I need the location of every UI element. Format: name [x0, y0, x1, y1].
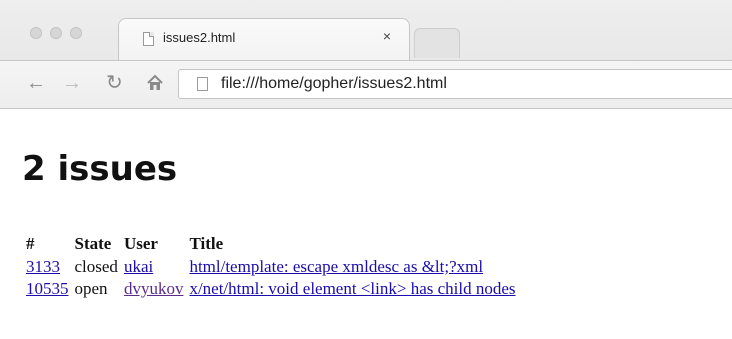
reload-icon[interactable]: ↻ [106, 72, 123, 94]
issue-title-link[interactable]: x/net/html: void element <link> has chil… [189, 279, 515, 298]
issue-state: closed [74, 257, 118, 276]
close-window-button[interactable] [30, 27, 42, 39]
new-tab-button[interactable] [414, 28, 460, 58]
back-arrow-icon[interactable]: ← [26, 72, 46, 94]
address-bar[interactable]: file:///home/gopher/issues2.html [178, 69, 732, 99]
issues-table: # State User Title 3133 closed ukai html… [26, 233, 522, 300]
issue-number-link[interactable]: 3133 [26, 257, 60, 276]
column-header-number: # [26, 234, 35, 253]
table-header-row: # State User Title [26, 233, 522, 256]
issue-user-link[interactable]: dvyukov [124, 279, 184, 298]
issue-title-link[interactable]: html/template: escape xmldesc as &lt;?xm… [189, 257, 483, 276]
forward-arrow-icon[interactable]: → [62, 72, 82, 94]
column-header-state: State [74, 234, 112, 253]
tab-title: issues2.html [163, 30, 236, 45]
close-icon[interactable]: × [383, 28, 391, 44]
table-row: 10535 open dvyukov x/net/html: void elem… [26, 278, 522, 300]
browser-chrome: issues2.html × ← → ↻ file:///home/gopher… [0, 0, 732, 109]
toolbar: ← → ↻ file:///home/gopher/issues2.html [0, 60, 732, 108]
table-row: 3133 closed ukai html/template: escape x… [26, 256, 522, 278]
home-icon[interactable] [146, 72, 164, 97]
issue-state: open [74, 279, 108, 298]
zoom-window-button[interactable] [70, 27, 82, 39]
issue-user-link[interactable]: ukai [124, 257, 153, 276]
page-title: 2 issues [22, 149, 178, 189]
tab-issues2[interactable]: issues2.html × [118, 18, 410, 60]
tab-strip: issues2.html × [0, 0, 732, 60]
page-content: 2 issues # State User Title 3133 closed … [0, 109, 732, 339]
column-header-user: User [123, 234, 158, 253]
issue-number-link[interactable]: 10535 [26, 279, 69, 298]
page-icon [143, 32, 154, 46]
page-icon [197, 77, 208, 91]
url-text[interactable]: file:///home/gopher/issues2.html [221, 75, 447, 93]
minimize-window-button[interactable] [50, 27, 62, 39]
column-header-title: Title [189, 234, 224, 253]
